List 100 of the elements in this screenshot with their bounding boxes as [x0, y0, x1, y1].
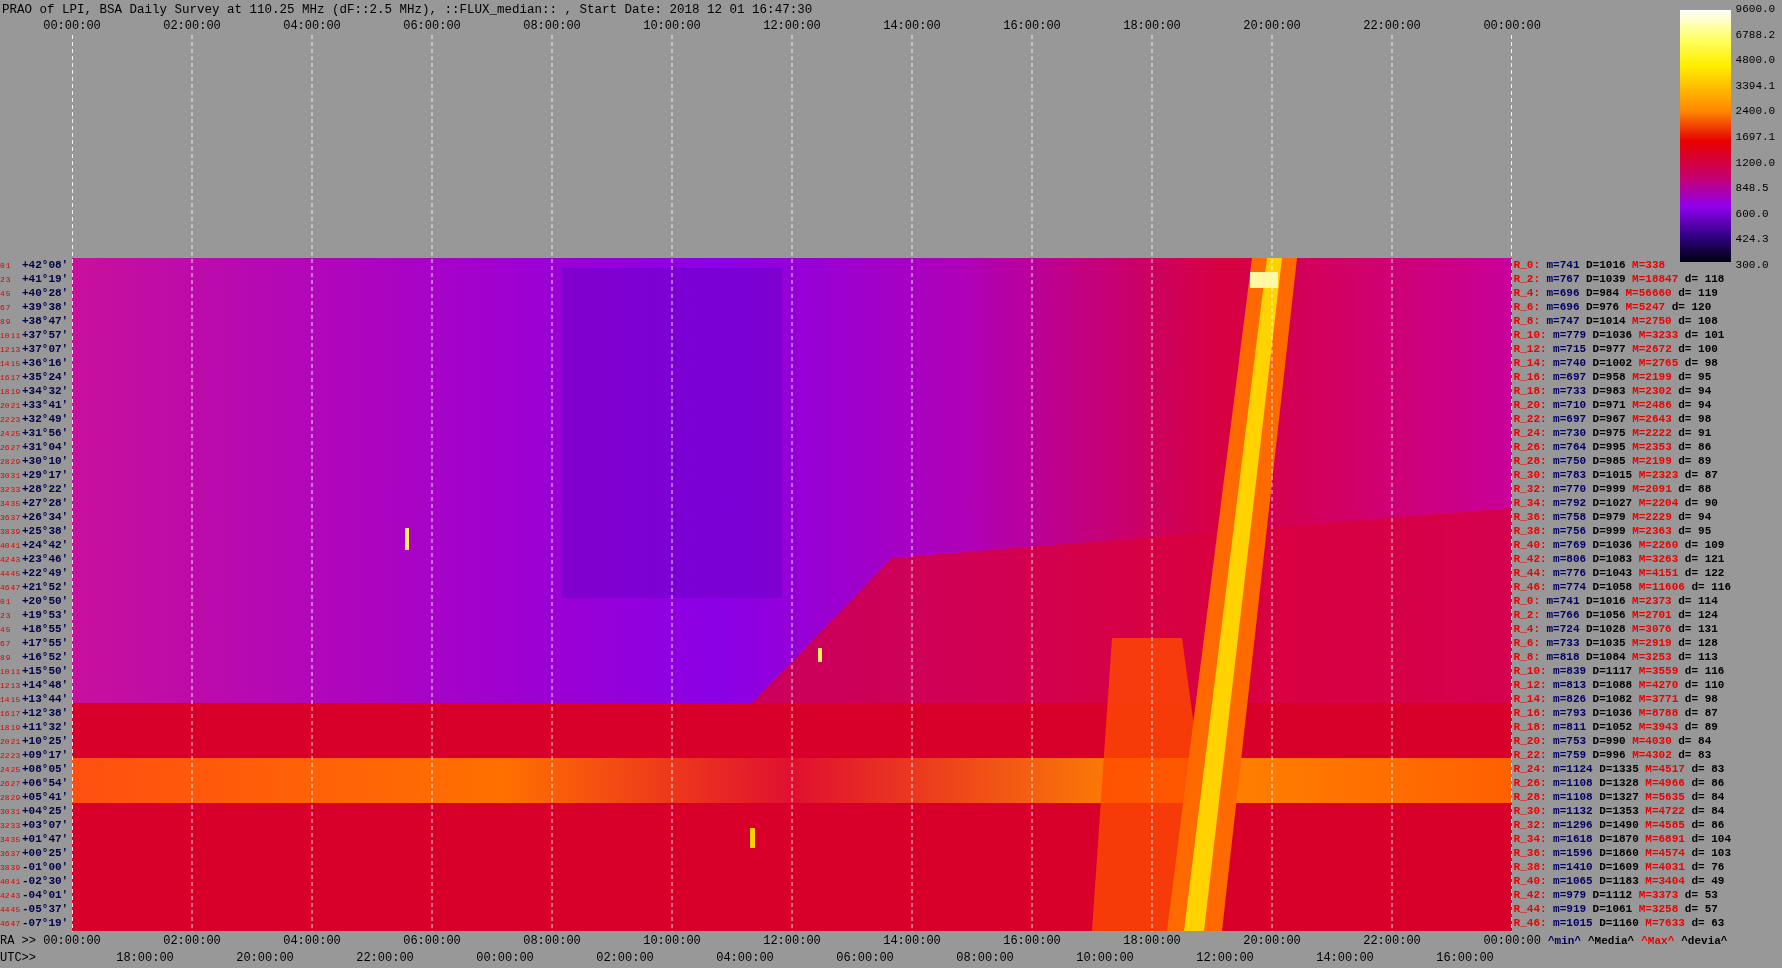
- time-tick-label: 16:00:00: [1003, 19, 1061, 33]
- color-scale-label: 1697.1: [1735, 130, 1776, 143]
- time-tick-label: 16:00:00: [1003, 934, 1061, 948]
- min-value: m=766: [1546, 609, 1580, 621]
- row-number: 11: [10, 330, 21, 340]
- deviation-value: d= 100: [1678, 343, 1718, 355]
- median-value: D=1016: [1586, 259, 1626, 271]
- declination-label: +05°41′: [22, 791, 69, 803]
- declination-label: +03°07′: [22, 819, 69, 831]
- declination-label: +23°46′: [22, 553, 69, 565]
- median-value: D=1052: [1592, 721, 1633, 733]
- row-label: R_32:: [1513, 819, 1547, 831]
- median-value: D=1082: [1592, 693, 1633, 705]
- median-value: D=1016: [1586, 595, 1626, 607]
- declination-label: +29°17′: [22, 469, 69, 481]
- axis-label: UTC>>: [0, 951, 36, 965]
- time-tick-label: 22:00:00: [356, 951, 414, 965]
- row-number: 15: [10, 694, 21, 704]
- time-tick-label: 14:00:00: [883, 934, 941, 948]
- row-number: 24: [0, 428, 10, 438]
- max-value: M=2323: [1638, 469, 1679, 481]
- row-number: 27: [10, 778, 21, 788]
- median-value: D=975: [1592, 427, 1626, 439]
- row-label: R_18:: [1513, 721, 1547, 733]
- row-number: 41: [10, 876, 21, 886]
- row-label: R_20:: [1513, 399, 1547, 411]
- row-number: 33: [10, 820, 21, 830]
- row-label: R_8:: [1513, 315, 1540, 327]
- declination-label: +26°34′: [22, 511, 69, 523]
- declination-label: +42°08′: [22, 259, 69, 271]
- row-label: R_22:: [1513, 749, 1547, 761]
- median-value: D=1036: [1592, 707, 1633, 719]
- declination-label: -04°01′: [22, 889, 69, 901]
- row-label: R_12:: [1513, 343, 1547, 355]
- row-number: 33: [10, 484, 21, 494]
- median-value: D=1061: [1592, 903, 1633, 915]
- row-label: R_46:: [1513, 581, 1547, 593]
- min-value: m=979: [1553, 889, 1587, 901]
- time-tick-label: 02:00:00: [596, 951, 654, 965]
- row-number: 0: [0, 260, 5, 270]
- max-value: M=2701: [1632, 609, 1672, 621]
- row-number: 10: [0, 666, 10, 676]
- min-value: m=1296: [1553, 819, 1593, 831]
- row-number: 46: [0, 582, 10, 592]
- row-label: R_6:: [1513, 637, 1540, 649]
- row-number: 22: [0, 414, 10, 424]
- declination-label: +39°38′: [22, 301, 69, 313]
- max-value: M=6891: [1645, 833, 1685, 845]
- median-value: D=1083: [1592, 553, 1633, 565]
- deviation-value: d= 108: [1678, 315, 1718, 327]
- row-label: R_12:: [1513, 679, 1547, 691]
- min-value: m=740: [1553, 357, 1587, 369]
- deviation-value: d= 131: [1678, 623, 1718, 635]
- min-value: m=733: [1546, 637, 1580, 649]
- min-value: m=779: [1553, 329, 1587, 341]
- max-value: M=3258: [1638, 903, 1679, 915]
- color-scale-label: 848.5: [1735, 182, 1770, 195]
- row-number: 6: [0, 638, 5, 648]
- deviation-value: d= 49: [1691, 875, 1725, 887]
- max-value: M=2363: [1632, 525, 1672, 537]
- declination-label: -02°30′: [22, 875, 69, 887]
- legend-label: ^Media^: [1588, 935, 1635, 947]
- row-label: R_20:: [1513, 735, 1547, 747]
- deviation-value: d= 53: [1684, 889, 1718, 901]
- color-scale-label: 424.3: [1735, 233, 1770, 246]
- min-value: m=1065: [1553, 875, 1593, 887]
- time-tick-label: 04:00:00: [283, 934, 341, 948]
- color-scale-label: 6788.2: [1735, 28, 1776, 41]
- declination-label: +37°07′: [22, 343, 69, 355]
- row-number: 16: [0, 372, 10, 382]
- row-number: 25: [10, 764, 21, 774]
- row-label: R_0:: [1513, 259, 1540, 271]
- median-value: D=1043: [1592, 567, 1633, 579]
- max-value: M=5635: [1645, 791, 1685, 803]
- row-number: 40: [0, 540, 10, 550]
- median-value: D=1056: [1586, 609, 1626, 621]
- median-value: D=1058: [1592, 581, 1633, 593]
- min-value: m=811: [1553, 721, 1587, 733]
- time-tick-label: 04:00:00: [283, 19, 341, 33]
- row-number: 15: [10, 358, 21, 368]
- median-value: D=1112: [1592, 889, 1633, 901]
- median-value: D=958: [1592, 371, 1626, 383]
- row-label: R_40:: [1513, 875, 1547, 887]
- deviation-value: d= 122: [1684, 567, 1725, 579]
- max-value: M=3771: [1638, 693, 1679, 705]
- deviation-value: d= 86: [1691, 777, 1725, 789]
- deviation-value: d= 104: [1691, 833, 1732, 845]
- min-value: m=696: [1546, 301, 1580, 313]
- color-scale-label: 2400.0: [1735, 105, 1776, 118]
- time-tick-label: 14:00:00: [883, 19, 941, 33]
- time-tick-label: 22:00:00: [1363, 19, 1421, 33]
- legend-label: ^min^: [1548, 935, 1581, 947]
- deviation-value: d= 98: [1684, 693, 1718, 705]
- row-label: R_40:: [1513, 539, 1547, 551]
- row-label: R_0:: [1513, 595, 1540, 607]
- row-number: 23: [10, 414, 21, 424]
- row-label: R_14:: [1513, 357, 1547, 369]
- declination-label: +21°52′: [22, 581, 69, 593]
- deviation-value: d= 114: [1678, 595, 1718, 607]
- median-value: D=1490: [1599, 819, 1639, 831]
